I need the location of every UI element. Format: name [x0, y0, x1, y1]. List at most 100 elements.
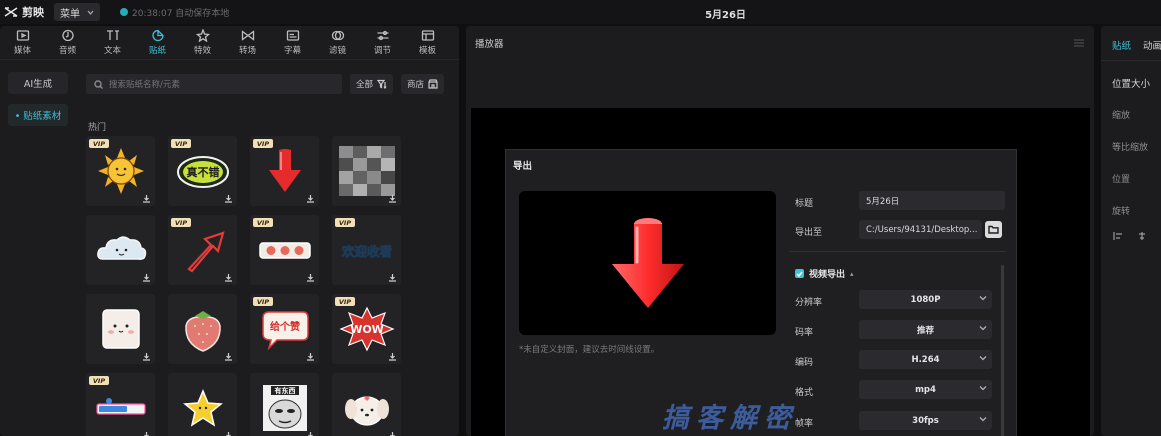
tab-text[interactable]: 文本	[90, 26, 135, 59]
tab-subtitle[interactable]: 字幕	[270, 26, 315, 59]
sticker-item-true-words[interactable]: VIP 真不错	[168, 136, 237, 206]
download-icon[interactable]	[388, 352, 397, 361]
player-header: 播放器	[466, 26, 1094, 60]
bitrate-select[interactable]: 推荐	[859, 320, 992, 339]
template-icon	[421, 30, 434, 41]
section-title-hot: 热门	[88, 123, 107, 133]
download-icon[interactable]	[306, 431, 315, 436]
filter-all-button[interactable]: 全部	[350, 74, 394, 94]
tab-label: 字幕	[283, 46, 301, 56]
download-icon[interactable]	[388, 194, 397, 203]
star-sticker-icon	[182, 389, 223, 427]
sticker-text: 真不错	[186, 165, 219, 179]
codec-label: 编码	[795, 358, 814, 368]
puppy-sticker-icon	[344, 396, 389, 426]
sticker-item-welcome[interactable]: VIP 欢迎收看	[332, 215, 401, 285]
vip-badge: VIP	[335, 297, 355, 306]
video-export-toggle[interactable]: 视频导出 ▴	[795, 267, 854, 280]
cloud-sticker-icon	[96, 236, 146, 260]
sticker-item-strawberry[interactable]	[168, 294, 237, 364]
properties-list: 位置大小 缩放 等比缩放 位置 旋转	[1112, 76, 1150, 236]
sticker-material-button[interactable]: • 贴纸素材	[8, 104, 68, 126]
download-icon[interactable]	[224, 352, 233, 361]
audio-icon	[61, 29, 74, 42]
sticker-item-faces-banner[interactable]: VIP	[250, 215, 319, 285]
effects-icon	[195, 29, 210, 42]
resolution-select[interactable]: 1080P	[859, 290, 992, 309]
sticker-item-star[interactable]	[168, 373, 237, 436]
download-icon[interactable]	[306, 194, 315, 203]
chevron-down-icon	[979, 415, 987, 423]
tab-label: 模板	[418, 46, 436, 56]
top-bar: 剪映 菜单 20:38:07 自动保存本地 5月26日	[0, 0, 1161, 24]
chevron-up-icon[interactable]: ▴	[850, 270, 854, 278]
search-input[interactable]: 搜索贴纸名称/元素	[86, 74, 342, 94]
align-center-icon[interactable]	[1137, 232, 1147, 240]
export-path-input[interactable]: C:/Users/94131/Desktop...	[859, 220, 982, 239]
tab-sticker[interactable]: 贴纸	[135, 26, 180, 59]
download-icon[interactable]	[142, 194, 151, 203]
sticker-item-like-bubble[interactable]: VIP 给个赞	[250, 294, 319, 364]
download-icon[interactable]	[224, 431, 233, 436]
tab-media[interactable]: 媒体	[0, 26, 45, 59]
download-icon[interactable]	[306, 352, 315, 361]
hamburger-menu-icon[interactable]	[1074, 39, 1084, 47]
tool-tabs: 媒体 音频 文本 贴纸 特效 转场 字幕 滤镜 调节 模板	[0, 26, 459, 60]
resolution-value: 1080P	[910, 294, 941, 305]
store-label: 商店	[407, 80, 425, 90]
sticker-item-red-arrow[interactable]: VIP	[250, 136, 319, 206]
watermark-text: 搞客解密	[662, 403, 798, 434]
title-input[interactable]: 5月26日	[859, 191, 1005, 210]
vip-badge: VIP	[253, 297, 273, 306]
sticker-item-puppy[interactable]	[332, 373, 401, 436]
codec-select[interactable]: H.264	[859, 350, 992, 369]
sticker-item-progress-bar[interactable]: VIP	[86, 373, 155, 436]
download-icon[interactable]	[224, 273, 233, 282]
tab-audio[interactable]: 音频	[45, 26, 90, 59]
position-size-heading: 位置大小	[1112, 79, 1151, 90]
download-icon[interactable]	[388, 431, 397, 436]
search-row: 搜索贴纸名称/元素 全部 商店	[86, 74, 445, 94]
download-icon[interactable]	[306, 273, 315, 282]
sticker-text: 给个赞	[270, 320, 300, 333]
subtitle-icon	[286, 30, 299, 41]
material-panel: 媒体 音频 文本 贴纸 特效 转场 字幕 滤镜 调节 模板 AI生成 • 贴纸素…	[0, 26, 459, 436]
sun-sticker-icon	[97, 148, 144, 194]
ai-generate-button[interactable]: AI生成	[8, 72, 68, 94]
sticker-text: WOW	[350, 323, 384, 336]
download-icon[interactable]	[224, 194, 233, 203]
download-icon[interactable]	[142, 352, 151, 361]
video-export-checkbox[interactable]	[795, 269, 804, 278]
sticker-item-wow[interactable]: VIP WOW	[332, 294, 401, 364]
sticker-sidebar: AI生成 • 贴纸素材	[8, 72, 68, 136]
folder-icon	[988, 225, 999, 234]
tab-animation[interactable]: 动画	[1143, 38, 1161, 52]
sticker-item-outline-arrow[interactable]: VIP	[168, 215, 237, 285]
chevron-down-icon	[979, 294, 987, 302]
tab-adjust[interactable]: 调节	[360, 26, 405, 59]
tab-template[interactable]: 模板	[405, 26, 450, 59]
format-select[interactable]: mp4	[859, 380, 992, 399]
filter-icon	[331, 30, 344, 41]
bitrate-label: 码率	[795, 328, 814, 338]
sticker-item-mosaic[interactable]	[332, 136, 401, 206]
align-left-icon[interactable]	[1113, 232, 1123, 240]
tab-transition[interactable]: 转场	[225, 26, 270, 59]
faces-banner-sticker-icon	[258, 242, 311, 259]
sticker-item-sun[interactable]: VIP	[86, 136, 155, 206]
sticker-item-cloud[interactable]	[86, 215, 155, 285]
framerate-select[interactable]: 30fps	[859, 411, 992, 430]
download-icon[interactable]	[142, 273, 151, 282]
tab-effects[interactable]: 特效	[180, 26, 225, 59]
tab-filter[interactable]: 滤镜	[315, 26, 360, 59]
store-button[interactable]: 商店	[401, 74, 445, 94]
resolution-label: 分辨率	[795, 298, 823, 308]
download-icon[interactable]	[388, 273, 397, 282]
export-preview	[519, 191, 776, 335]
tab-sticker-props[interactable]: 贴纸	[1112, 38, 1131, 52]
sticker-item-tofu[interactable]	[86, 294, 155, 364]
download-icon[interactable]	[142, 431, 151, 436]
sticker-item-meme[interactable]: 有东西	[250, 373, 319, 436]
browse-folder-button[interactable]	[985, 221, 1002, 238]
dialog-scrollbar[interactable]	[1001, 265, 1004, 436]
